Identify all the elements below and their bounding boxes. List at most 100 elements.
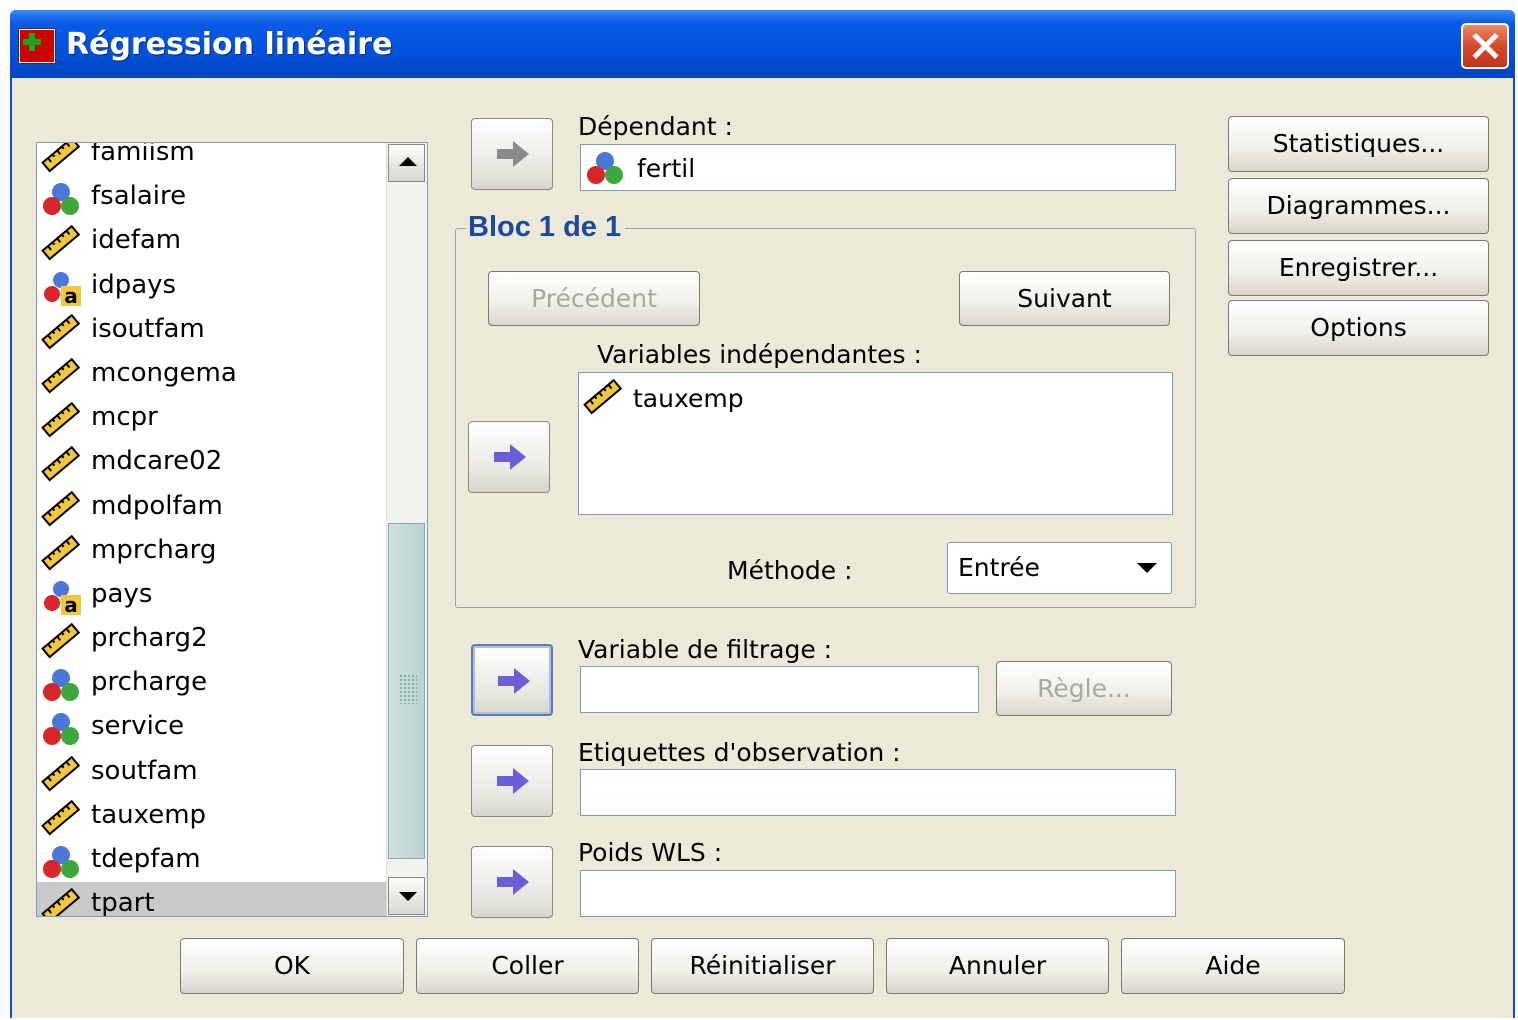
paste-button[interactable]: Coller: [416, 938, 639, 994]
list-item-label: isoutfam: [91, 313, 205, 344]
nominal-icon: [41, 844, 81, 878]
scale-ruler-icon: [41, 755, 81, 792]
list-item-label: soutfam: [91, 755, 198, 786]
list-item-label: tpart: [91, 888, 155, 917]
scale-ruler-icon: [41, 490, 81, 526]
list-item-label: service: [91, 711, 185, 742]
scale-ruler-icon: [41, 225, 81, 261]
list-item-label: mdcare02: [91, 446, 223, 477]
scale-ruler-icon: [41, 357, 81, 394]
nominal-icon: [41, 667, 81, 702]
method-value: Entrée: [958, 553, 1040, 582]
independent-item[interactable]: tauxemp: [633, 384, 744, 413]
list-item[interactable]: tdepfam: [37, 838, 387, 882]
list-item[interactable]: idefam: [37, 219, 387, 263]
move-to-dependent-button[interactable]: [471, 118, 553, 190]
spss-app-icon: [18, 28, 56, 64]
list-item[interactable]: mdcare02: [37, 440, 387, 484]
right-arrow-icon: [497, 768, 529, 794]
list-item[interactable]: a pays: [37, 573, 387, 617]
block-label: Bloc 1 de 1: [466, 211, 626, 244]
move-to-independents-button[interactable]: [468, 421, 550, 493]
save-button[interactable]: Enregistrer...: [1228, 240, 1489, 296]
svg-text:a: a: [64, 284, 78, 306]
variable-list[interactable]: famiism fsalaire idefam a idpays isoutfam mcon…: [36, 142, 428, 917]
list-item[interactable]: service: [37, 705, 387, 749]
nominal-icon: [41, 181, 81, 216]
help-button[interactable]: Aide: [1121, 938, 1345, 994]
dependent-value: fertil: [637, 154, 696, 183]
dependent-field[interactable]: fertil: [580, 144, 1176, 191]
close-button[interactable]: [1461, 23, 1509, 69]
background-strip: [0, 0, 1518, 10]
list-item[interactable]: prcharg2: [37, 617, 387, 661]
list-scrollbar[interactable]: [386, 143, 427, 916]
scale-ruler-icon: [41, 534, 81, 571]
window-title: Régression linéaire: [66, 27, 393, 62]
scroll-down-button[interactable]: [388, 877, 425, 915]
previous-block-button[interactable]: Précédent: [488, 271, 700, 326]
statistics-button[interactable]: Statistiques...: [1228, 116, 1489, 172]
list-item-label: mcpr: [91, 402, 158, 433]
selection-variable-field[interactable]: [580, 666, 979, 713]
ok-button[interactable]: OK: [180, 938, 404, 994]
selection-variable-label: Variable de filtrage :: [578, 635, 833, 664]
chevron-down-icon: [1137, 563, 1157, 573]
cancel-button[interactable]: Annuler: [886, 938, 1109, 994]
case-labels-field[interactable]: [580, 769, 1176, 816]
reset-button[interactable]: Réinitialiser: [651, 938, 874, 994]
scale-ruler-icon: [41, 143, 81, 173]
list-item[interactable]: mcpr: [37, 396, 387, 440]
dependent-label: Dépendant :: [578, 112, 733, 141]
list-item-label: prcharg2: [91, 623, 208, 654]
scale-ruler-icon: [41, 887, 81, 916]
wls-weight-field[interactable]: [580, 870, 1176, 917]
list-item-label: tauxemp: [91, 799, 207, 830]
wls-weight-label: Poids WLS :: [578, 838, 723, 867]
right-arrow-icon: [497, 869, 529, 895]
list-item[interactable]: a idpays: [37, 264, 387, 308]
options-button[interactable]: Options: [1228, 300, 1489, 356]
move-to-case-labels-button[interactable]: [471, 745, 553, 817]
scroll-thumb[interactable]: [388, 523, 425, 859]
move-to-selection-variable-button[interactable]: [471, 644, 553, 716]
case-labels-label: Etiquettes d'observation :: [578, 738, 901, 767]
method-label: Méthode :: [727, 556, 853, 585]
nominal-icon: [41, 711, 81, 746]
list-item[interactable]: prcharge: [37, 661, 387, 705]
list-item[interactable]: tpart: [37, 882, 387, 917]
method-select[interactable]: Entrée: [947, 542, 1172, 594]
scale-ruler-icon: [41, 446, 81, 482]
independents-list[interactable]: tauxemp: [578, 372, 1173, 515]
list-item[interactable]: mprcharg: [37, 529, 387, 573]
list-item-label: pays: [91, 578, 153, 609]
list-item[interactable]: soutfam: [37, 750, 387, 794]
title-bar[interactable]: Régression linéaire: [10, 10, 1515, 78]
scale-ruler-icon: [41, 622, 81, 659]
list-item[interactable]: mcongema: [37, 352, 387, 396]
list-item-label: fsalaire: [91, 181, 187, 212]
list-item-label: mprcharg: [91, 534, 217, 565]
scroll-up-button[interactable]: [388, 144, 425, 182]
list-item-label: tdepfam: [91, 844, 201, 874]
scale-ruler-icon: [41, 313, 81, 350]
rule-button[interactable]: Règle...: [996, 661, 1172, 716]
plots-button[interactable]: Diagrammes...: [1228, 178, 1489, 234]
list-item-label: idefam: [91, 225, 182, 256]
list-item[interactable]: tauxemp: [37, 794, 387, 838]
move-to-wls-weight-button[interactable]: [471, 846, 553, 918]
scale-ruler-icon: [41, 799, 81, 836]
next-block-button[interactable]: Suivant: [959, 271, 1170, 326]
right-arrow-icon: [494, 444, 526, 470]
list-item-label: famiism: [91, 142, 195, 167]
list-item[interactable]: mdpolfam: [37, 485, 387, 529]
list-item[interactable]: fsalaire: [37, 175, 387, 219]
list-item[interactable]: famiism: [37, 142, 387, 175]
list-item[interactable]: isoutfam: [37, 308, 387, 352]
variable-list-items: famiism fsalaire idefam a idpays isoutfam mcon…: [37, 142, 387, 917]
list-item-label: mdpolfam: [91, 490, 223, 521]
nominal-icon: [587, 152, 623, 184]
string-nominal-icon: a: [41, 270, 81, 308]
scale-ruler-icon: [583, 379, 623, 415]
string-nominal-icon: a: [41, 579, 81, 617]
